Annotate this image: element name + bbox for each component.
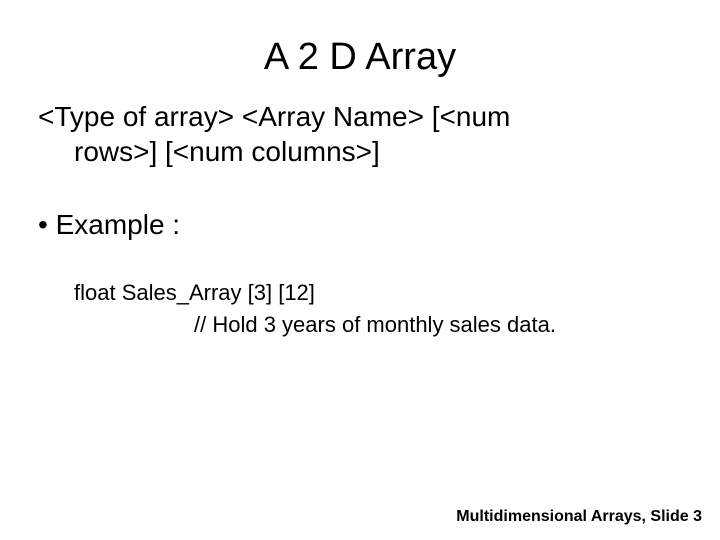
slide-footer: Multidimensional Arrays, Slide 3 (456, 508, 702, 526)
code-comment: // Hold 3 years of monthly sales data. (74, 309, 682, 341)
code-declaration: float Sales_Array [3] [12] (74, 280, 315, 305)
syntax-declaration: <Type of array> <Array Name> [<num rows>… (38, 99, 682, 169)
example-code: float Sales_Array [3] [12] // Hold 3 yea… (38, 277, 682, 341)
slide: A 2 D Array <Type of array> <Array Name>… (0, 0, 720, 540)
syntax-line-2: rows>] [<num columns>] (38, 134, 682, 169)
syntax-line-1: <Type of array> <Array Name> [<num (38, 101, 510, 132)
slide-body: <Type of array> <Array Name> [<num rows>… (0, 79, 720, 341)
slide-title: A 2 D Array (0, 0, 720, 79)
example-bullet: Example : (38, 209, 682, 241)
example-label: Example : (56, 209, 181, 240)
